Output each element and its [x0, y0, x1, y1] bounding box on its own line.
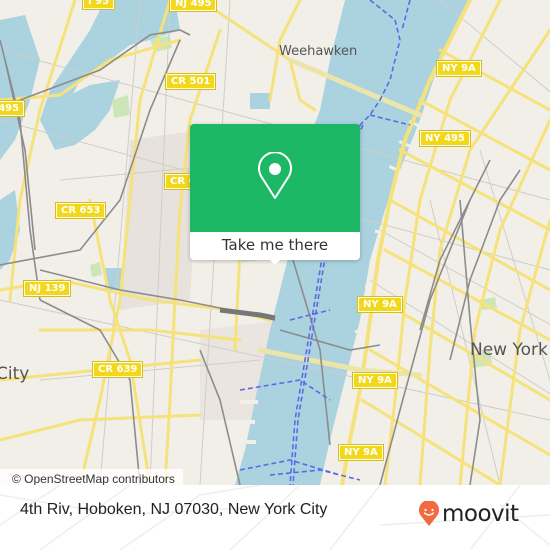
- popup-header: [190, 124, 360, 232]
- route-shield: I 495: [0, 100, 26, 117]
- route-shield: NJ 139: [22, 280, 72, 297]
- place-label-new-york: New York: [470, 340, 548, 360]
- map[interactable]: I 95 NJ 495 CR 501 I 495 CR 6 CR 653 NJ …: [0, 0, 550, 485]
- route-shield: CR 653: [54, 202, 107, 219]
- location-popup: Take me there: [190, 124, 360, 265]
- route-shield: I 95: [81, 0, 116, 10]
- route-shield: NJ 495: [168, 0, 218, 12]
- popup-pointer: [268, 258, 282, 265]
- map-attribution[interactable]: © OpenStreetMap contributors: [0, 469, 183, 485]
- moovit-wordmark: moovit: [442, 501, 519, 527]
- moovit-smile-pin-icon: [419, 501, 439, 526]
- footer: 4th Riv, Hoboken, NJ 07030, New York Cit…: [0, 485, 550, 550]
- address-text: 4th Riv, Hoboken, NJ 07030, New York Cit…: [20, 501, 328, 518]
- route-shield: NY 9A: [436, 60, 482, 77]
- route-shield: NY 9A: [338, 444, 384, 461]
- place-label-city: City: [0, 364, 30, 384]
- route-shield: CR 639: [91, 361, 144, 378]
- place-label-weehawken: Weehawken: [279, 44, 358, 59]
- route-shield: NY 9A: [352, 372, 398, 389]
- route-shield: CR 501: [164, 73, 217, 90]
- moovit-logo[interactable]: moovit: [418, 501, 519, 527]
- map-pin-icon: [258, 152, 292, 199]
- take-me-there-button[interactable]: Take me there: [190, 232, 360, 260]
- route-shield: NY 9A: [357, 296, 403, 313]
- route-shield: NY 495: [419, 130, 471, 147]
